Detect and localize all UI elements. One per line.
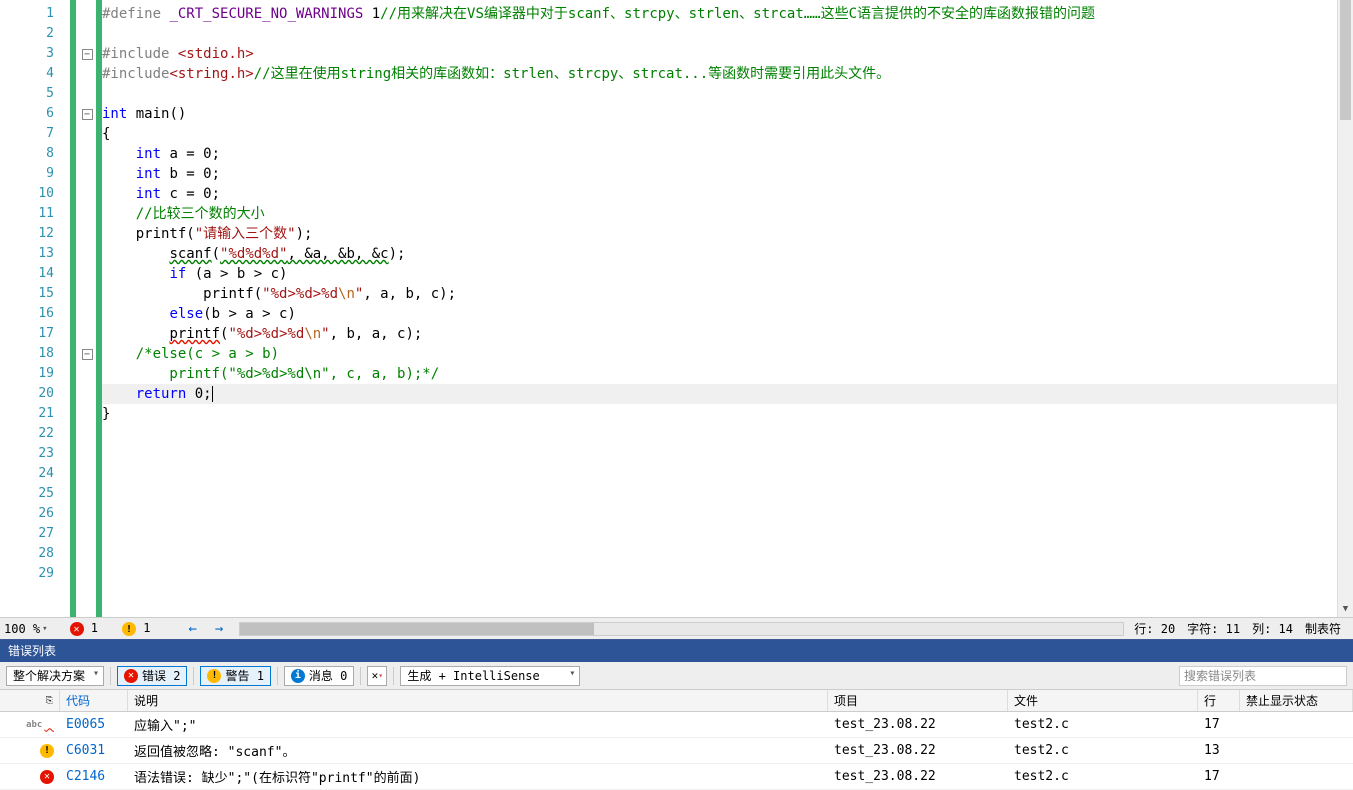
clear-filter-button[interactable]: ✕▾ [367, 666, 387, 686]
line-number: 20 [0, 384, 70, 404]
cursor-char: 字符: 11 [1187, 620, 1240, 637]
fold-column: − − − [78, 0, 96, 617]
code-text-area[interactable]: #define _CRT_SECURE_NO_WARNINGS 1//用来解决在… [102, 0, 1353, 617]
line-number: 15 [0, 284, 70, 304]
intellisense-icon: abc [26, 720, 42, 730]
line-number: 5 [0, 84, 70, 104]
line-number: 6 [0, 104, 70, 124]
error-list-title: 错误列表 [0, 640, 1353, 662]
col-file[interactable]: 文件 [1008, 690, 1198, 711]
line-number: 21 [0, 404, 70, 424]
scrollbar-thumb[interactable] [240, 623, 593, 635]
table-row[interactable]: abc E0065 应输入";" test_23.08.22 test2.c 1… [0, 712, 1353, 738]
table-row[interactable]: ✕ C2146 语法错误: 缺少";"(在标识符"printf"的前面) tes… [0, 764, 1353, 790]
warning-icon: ! [40, 744, 54, 758]
horizontal-scrollbar[interactable] [239, 622, 1124, 636]
error-code: E0065 [60, 717, 128, 732]
messages-filter-button[interactable]: i消息 0 [284, 666, 354, 686]
line-number: 4 [0, 64, 70, 84]
change-marker [70, 0, 76, 617]
info-icon: i [291, 669, 305, 683]
col-project[interactable]: 项目 [828, 690, 1008, 711]
error-code: C6031 [60, 743, 128, 758]
scope-dropdown[interactable]: 整个解决方案 [6, 666, 104, 686]
table-row[interactable]: ! C6031 返回值被忽略: "scanf"。 test_23.08.22 t… [0, 738, 1353, 764]
line-number: 29 [0, 564, 70, 584]
line-number: 27 [0, 524, 70, 544]
line-number: 13 [0, 244, 70, 264]
line-number: 28 [0, 544, 70, 564]
line-number: 23 [0, 444, 70, 464]
cursor-line: 行: 20 [1134, 620, 1175, 637]
table-header: ⎘ 代码 说明 项目 文件 行 禁止显示状态 [0, 690, 1353, 712]
line-number: 1 [0, 4, 70, 24]
fold-toggle[interactable]: − [78, 104, 96, 124]
line-number: 7 [0, 124, 70, 144]
code-editor: 1 2 3 4 5 6 7 8 9 10 11 12 13 14 15 16 1… [0, 0, 1353, 639]
nav-forward-icon[interactable]: → [209, 621, 229, 637]
col-line[interactable]: 行 [1198, 690, 1240, 711]
cursor-col: 列: 14 [1252, 620, 1293, 637]
line-number: 26 [0, 504, 70, 524]
error-icon: ✕ [124, 669, 138, 683]
line-number: 25 [0, 484, 70, 504]
error-icon: ✕ [70, 622, 84, 636]
line-number: 17 [0, 324, 70, 344]
col-severity[interactable]: ⎘ [0, 690, 60, 711]
code-container: 1 2 3 4 5 6 7 8 9 10 11 12 13 14 15 16 1… [0, 0, 1353, 617]
fold-toggle[interactable]: − [78, 44, 96, 64]
line-number: 19 [0, 364, 70, 384]
line-number: 9 [0, 164, 70, 184]
warning-icon: ! [207, 669, 221, 683]
error-indicator[interactable]: ✕ 1 [70, 621, 98, 637]
errors-filter-button[interactable]: ✕错误 2 [117, 666, 187, 686]
vertical-scrollbar[interactable]: ▲ ▼ [1337, 0, 1353, 617]
tabs-mode: 制表符 [1305, 620, 1341, 637]
line-number: 12 [0, 224, 70, 244]
error-list-toolbar: 整个解决方案 ✕错误 2 !警告 1 i消息 0 ✕▾ 生成 + Intelli… [0, 662, 1353, 690]
error-line: 17 [1198, 769, 1240, 784]
error-code: C2146 [60, 769, 128, 784]
error-desc: 返回值被忽略: "scanf"。 [128, 741, 828, 760]
error-list-panel: 错误列表 整个解决方案 ✕错误 2 !警告 1 i消息 0 ✕▾ 生成 + In… [0, 639, 1353, 790]
line-number: 10 [0, 184, 70, 204]
warning-indicator[interactable]: ! 1 [122, 621, 150, 637]
line-number: 2 [0, 24, 70, 44]
col-description[interactable]: 说明 [128, 690, 828, 711]
nav-back-icon[interactable]: ← [182, 621, 202, 637]
line-number: 18 [0, 344, 70, 364]
editor-status-bar: 100 % ▾ ✕ 1 ! 1 ← → 行: 20 字符: 11 列: 14 制… [0, 617, 1353, 639]
line-number: 3 [0, 44, 70, 64]
error-proj: test_23.08.22 [828, 743, 1008, 758]
error-file: test2.c [1008, 717, 1198, 732]
fold-toggle[interactable]: − [78, 344, 96, 364]
error-file: test2.c [1008, 769, 1198, 784]
error-file: test2.c [1008, 743, 1198, 758]
error-proj: test_23.08.22 [828, 769, 1008, 784]
error-desc: 应输入";" [128, 715, 828, 734]
col-code[interactable]: 代码 [60, 690, 128, 711]
warnings-filter-button[interactable]: !警告 1 [200, 666, 270, 686]
scrollbar-thumb[interactable] [1340, 0, 1351, 120]
line-number: 8 [0, 144, 70, 164]
line-number: 22 [0, 424, 70, 444]
col-suppress[interactable]: 禁止显示状态 [1240, 690, 1353, 711]
error-line: 13 [1198, 743, 1240, 758]
scroll-down-icon[interactable]: ▼ [1338, 601, 1353, 617]
line-number-gutter: 1 2 3 4 5 6 7 8 9 10 11 12 13 14 15 16 1… [0, 0, 70, 617]
error-line: 17 [1198, 717, 1240, 732]
line-number: 16 [0, 304, 70, 324]
zoom-level-dropdown[interactable]: 100 % ▾ [4, 622, 48, 636]
build-source-dropdown[interactable]: 生成 + IntelliSense [400, 666, 580, 686]
line-number: 14 [0, 264, 70, 284]
error-proj: test_23.08.22 [828, 717, 1008, 732]
search-error-input[interactable]: 搜索错误列表 [1179, 666, 1347, 686]
error-list-table: ⎘ 代码 说明 项目 文件 行 禁止显示状态 abc E0065 应输入";" … [0, 690, 1353, 790]
error-desc: 语法错误: 缺少";"(在标识符"printf"的前面) [128, 767, 828, 786]
warning-icon: ! [122, 622, 136, 636]
line-number: 11 [0, 204, 70, 224]
error-icon: ✕ [40, 770, 54, 784]
line-number: 24 [0, 464, 70, 484]
